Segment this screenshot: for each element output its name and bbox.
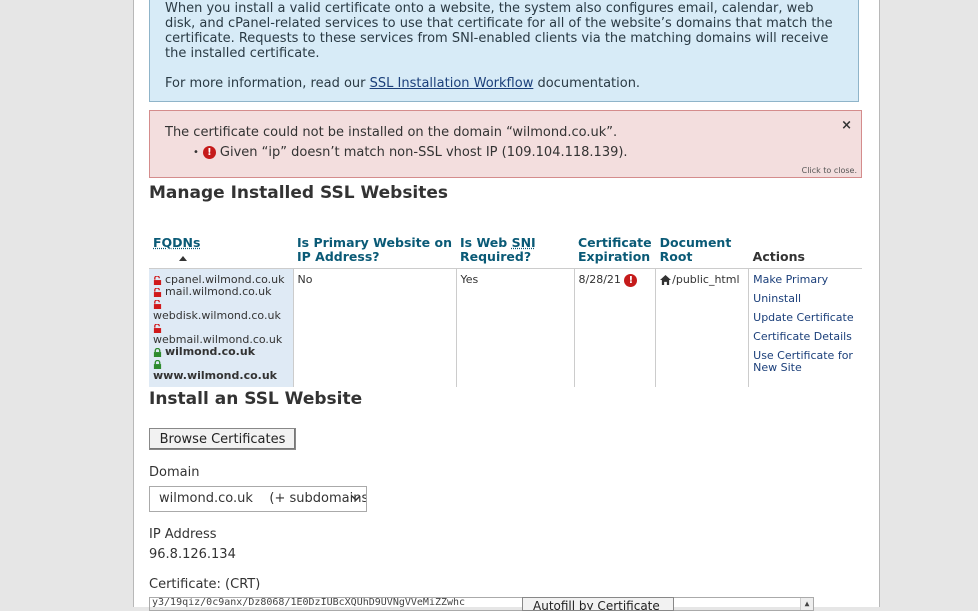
install-title: Install an SSL Website [149, 389, 363, 409]
ip-label: IP Address [149, 527, 217, 542]
fqdn-name: webdisk.wilmond.co.uk [153, 309, 281, 322]
docroot-path: /public_html [672, 273, 740, 286]
info-more: For more information, read our SSL Insta… [165, 76, 843, 91]
expiration-cell: 8/28/21 ! [574, 268, 657, 387]
error-item: • ! Given “ip” doesn’t match non-SSL vho… [193, 145, 846, 160]
error-callout[interactable]: × The certificate could not be installed… [149, 110, 862, 178]
table-row: cpanel.wilmond.co.uk mail.wilmond.co.uk … [149, 268, 862, 388]
crt-label: Certificate: (CRT) [149, 577, 261, 592]
fqdn-item: mail.wilmond.co.uk [153, 286, 289, 298]
unlocked-red-icon [153, 323, 162, 333]
ssl-workflow-link[interactable]: SSL Installation Workflow [370, 76, 534, 91]
crt-textarea[interactable]: y3/19qiz/0c9anx/Dz8068/1E0DzIUBcXQUhD9UV… [149, 597, 814, 611]
locked-green-icon [153, 347, 162, 357]
fqdn-name: www.wilmond.co.uk [153, 369, 277, 382]
error-icon: ! [202, 146, 216, 159]
main-content: When you install a valid certificate ont… [133, 0, 880, 611]
info-more-suffix: documentation. [533, 76, 641, 91]
docroot-cell: /public_html [655, 268, 750, 387]
col-primary[interactable]: Is Primary Website on IP Address? [293, 233, 456, 269]
error-detail: Given “ip” doesn’t match non-SSL vhost I… [219, 145, 628, 160]
uninstall-link[interactable]: Uninstall [753, 293, 858, 305]
unlocked-red-icon [153, 287, 162, 297]
col-sni[interactable]: Is Web SNI Required? [456, 233, 574, 269]
col-docroot[interactable]: Document Root [655, 233, 749, 269]
ssl-sites-table: FQDNs Is Primary Website on IP Address? … [149, 233, 862, 387]
actions-cell: Make Primary Uninstall Update Certificat… [749, 269, 862, 388]
sni-cell: Yes [456, 268, 575, 387]
certificate-details-link[interactable]: Certificate Details [753, 331, 858, 343]
home-icon [660, 275, 672, 285]
expiration-date: 8/28/21 [578, 273, 621, 286]
expired-warning-icon: ! [624, 274, 638, 287]
col-expiration[interactable]: Certificate Expiration [574, 233, 656, 269]
domain-label: Domain [149, 465, 200, 480]
browse-certificates-button[interactable]: Browse Certificates [149, 428, 296, 450]
bullet-icon: • [193, 147, 199, 158]
domain-select[interactable]: wilmond.co.uk (+ subdomains) [149, 486, 367, 512]
manage-title: Manage Installed SSL Websites [149, 183, 449, 203]
fqdn-item: webdisk.wilmond.co.uk [153, 298, 289, 322]
col-fqdns-label[interactable]: FQDNs [153, 235, 200, 250]
fqdn-item: www.wilmond.co.uk [153, 358, 289, 382]
autofill-by-certificate-button[interactable]: Autofill by Certificate [522, 597, 674, 611]
use-certificate-new-site-link[interactable]: Use Certificate for New Site [753, 350, 858, 374]
info-text: When you install a valid certificate ont… [165, 1, 833, 61]
col-sni-prefix: Is Web [460, 235, 512, 250]
unlocked-red-icon [153, 299, 162, 309]
scroll-up-icon[interactable]: ▲ [800, 598, 813, 610]
sort-asc-icon [179, 256, 187, 261]
error-message: The certificate could not be installed o… [165, 125, 618, 140]
locked-green-icon [153, 359, 162, 369]
unlocked-red-icon [153, 275, 162, 285]
fqdn-item: webmail.wilmond.co.uk [153, 322, 289, 346]
fqdn-name: wilmond.co.uk [165, 345, 256, 358]
sni-abbr: SNI [511, 235, 536, 250]
click-to-close[interactable]: Click to close. [802, 166, 857, 175]
fqdn-item: wilmond.co.uk [153, 346, 289, 358]
ip-value: 96.8.126.134 [149, 547, 236, 562]
info-more-prefix: For more information, read our [165, 76, 370, 91]
close-icon[interactable]: × [841, 118, 852, 133]
domain-select-value: wilmond.co.uk (+ subdomains) [159, 491, 367, 506]
fqdn-name: mail.wilmond.co.uk [165, 285, 272, 298]
info-callout: When you install a valid certificate ont… [149, 0, 859, 102]
error-list: • ! Given “ip” doesn’t match non-SSL vho… [193, 145, 846, 160]
make-primary-link[interactable]: Make Primary [753, 274, 858, 286]
col-sni-suffix: Required? [460, 249, 532, 264]
col-actions: Actions [748, 233, 862, 269]
primary-cell: No [293, 268, 457, 387]
fqdn-cell: cpanel.wilmond.co.uk mail.wilmond.co.uk … [149, 268, 294, 387]
update-certificate-link[interactable]: Update Certificate [753, 312, 858, 324]
crt-text: y3/19qiz/0c9anx/Dz8068/1E0DzIUBcXQUhD9UV… [152, 597, 466, 608]
col-fqdns[interactable]: FQDNs [149, 233, 293, 269]
chevron-down-icon [351, 495, 361, 502]
